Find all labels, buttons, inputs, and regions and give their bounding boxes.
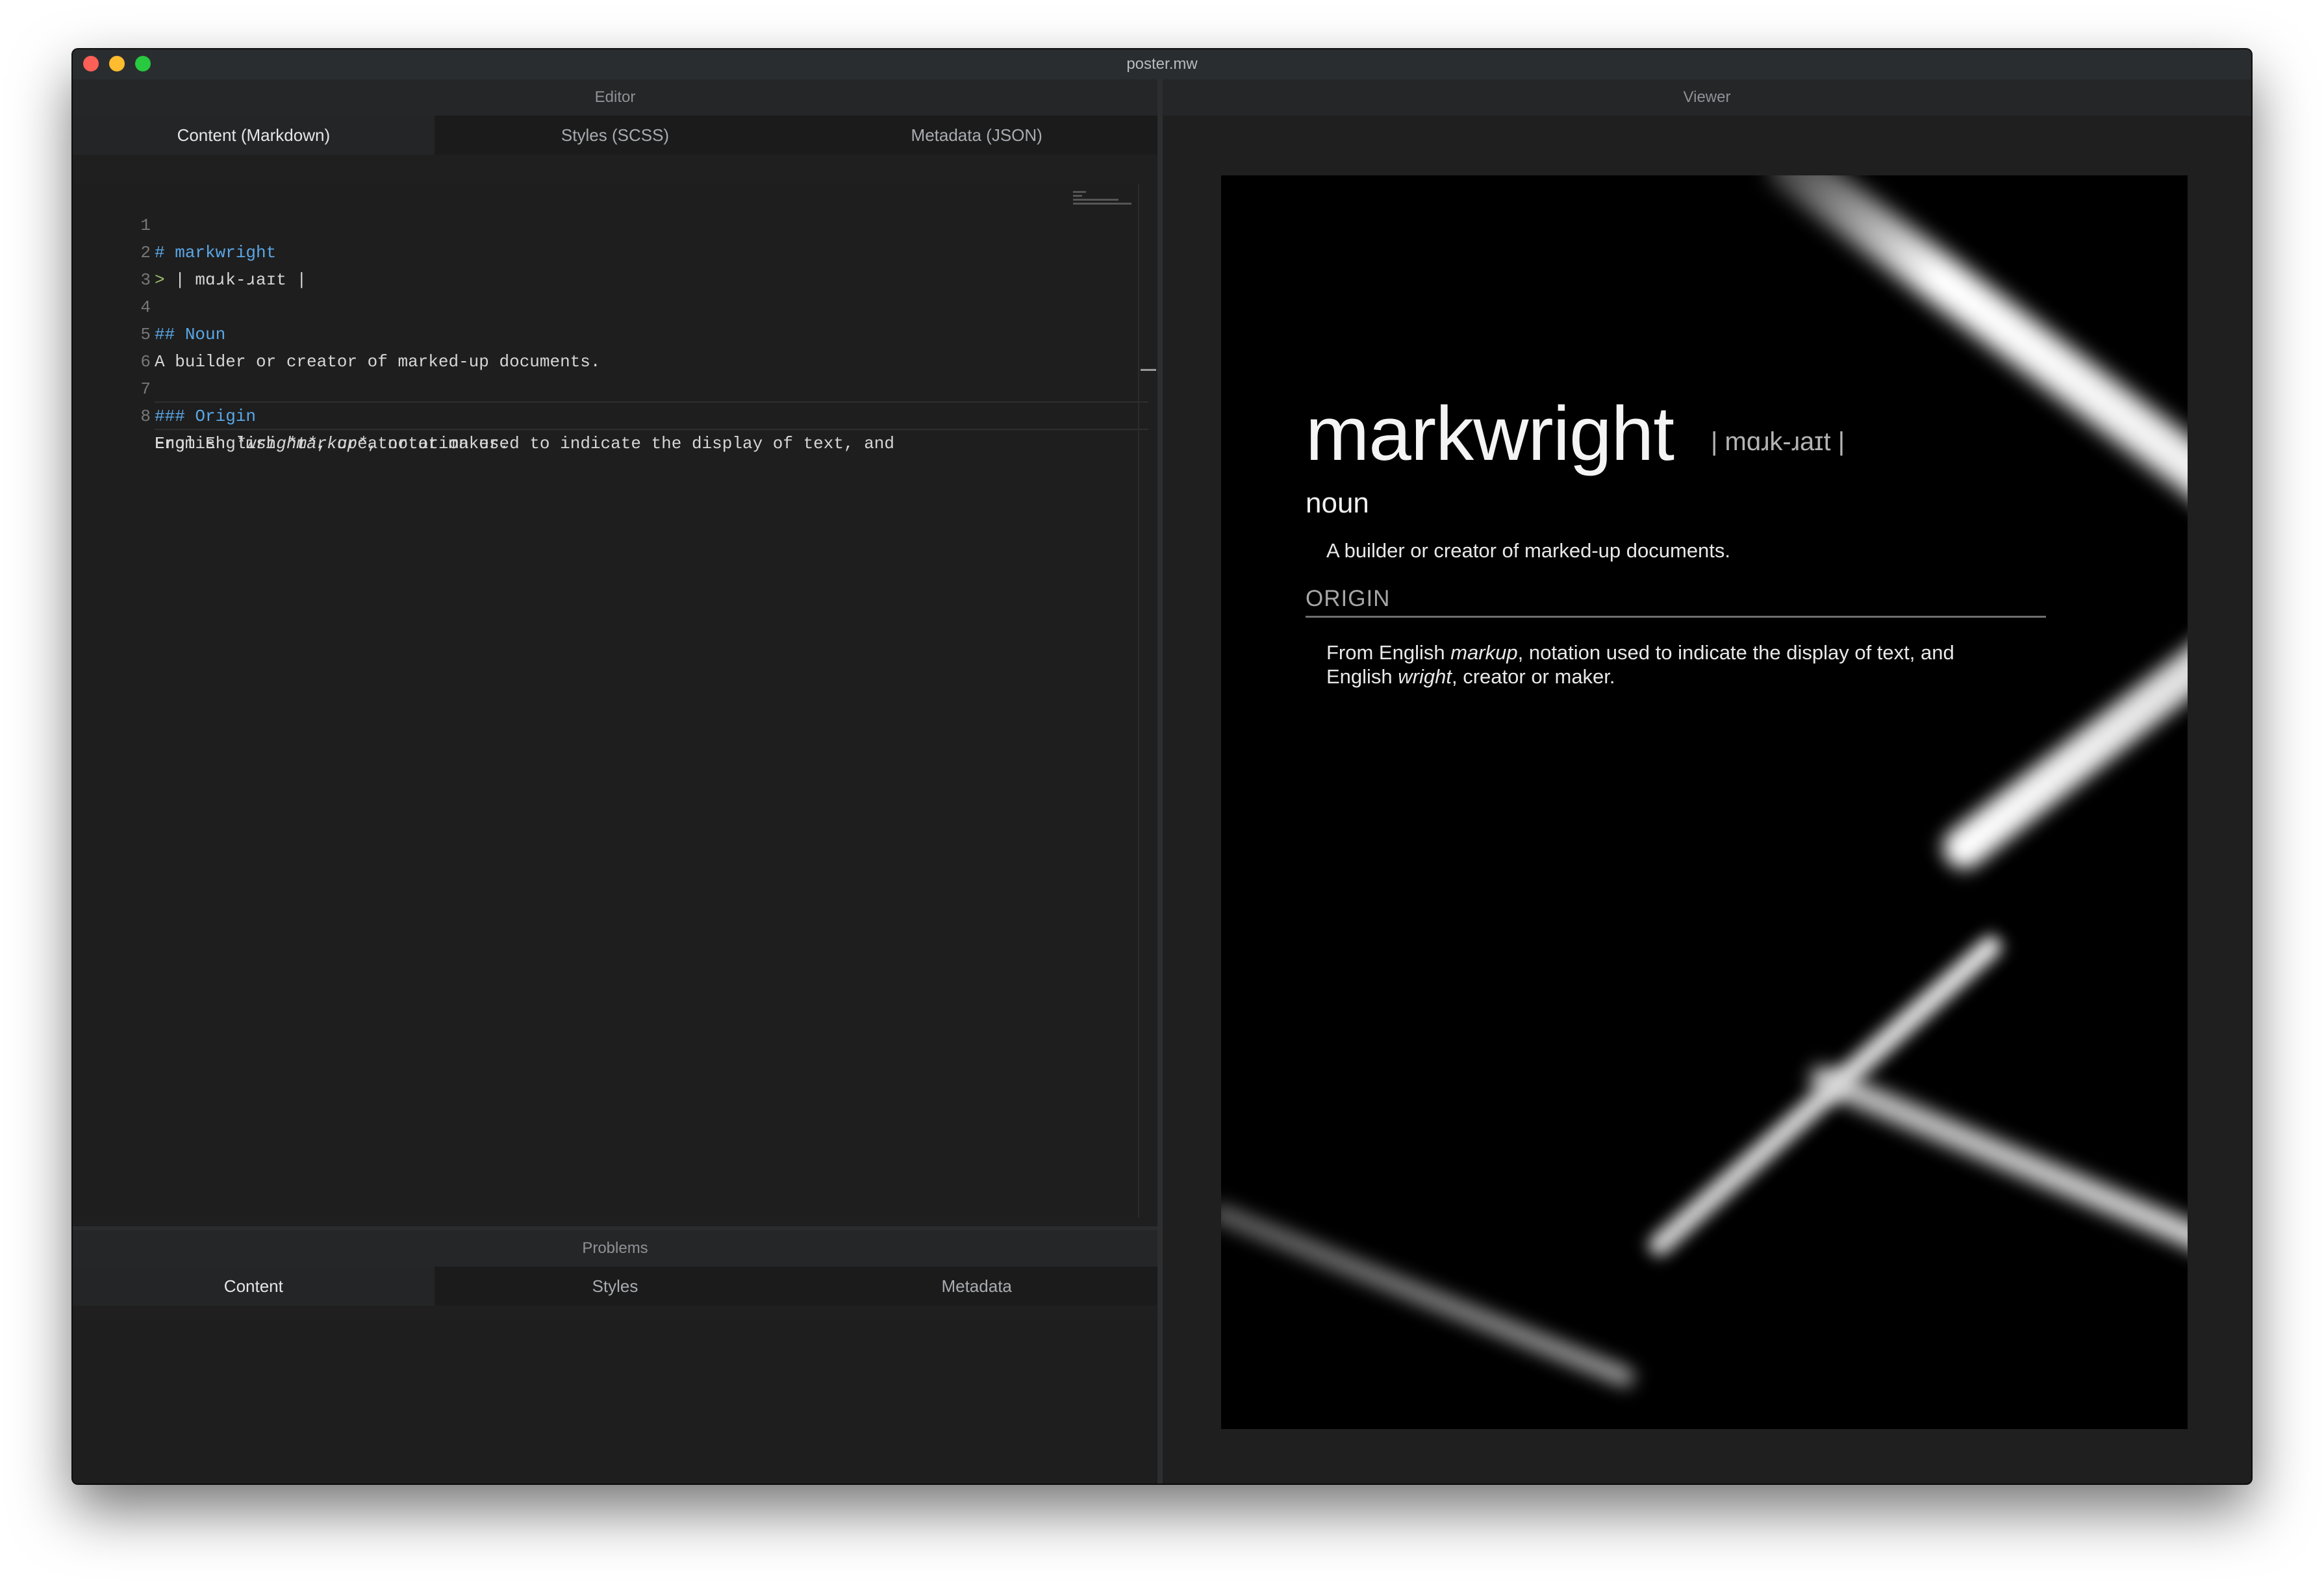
- window-title: poster.mw: [1126, 55, 1198, 73]
- code-text: > | mɑɹk-ɹaɪt |: [155, 270, 307, 290]
- code-line-8-wrapped: English *wright*, creator or maker.: [73, 403, 509, 453]
- code-line-3: 3: [73, 239, 154, 290]
- code-text: ## Noun: [155, 325, 226, 344]
- tab-styles-scss[interactable]: Styles (SCSS): [434, 116, 796, 155]
- code-text: ### Origin: [155, 407, 257, 426]
- poster-definition: A builder or creator of marked-up docume…: [1326, 539, 1731, 562]
- code-line-7: 7 ### Origin: [73, 348, 256, 426]
- code-line-6: 6: [73, 321, 154, 372]
- editor-tabbar: Content (Markdown) Styles (SCSS) Metadat…: [73, 116, 1158, 155]
- poster-title: markwright: [1306, 391, 1674, 477]
- editor-scrollbar[interactable]: [1138, 184, 1139, 1217]
- problems-list: [73, 1320, 1157, 1484]
- code-line-8: 8 From English *markup*, notation used t…: [73, 375, 894, 453]
- poster-etymology: From English markup, notation used to in…: [1326, 641, 1954, 688]
- problems-tabbar: Content Styles Metadata: [73, 1267, 1158, 1306]
- tab-problems-content[interactable]: Content: [73, 1267, 435, 1306]
- light-streak-decoration: [1806, 1061, 2188, 1264]
- code-line-4: 4 ## Noun: [73, 266, 225, 344]
- code-text: English *wright*, creator or maker.: [155, 434, 510, 453]
- poster-pronunciation: | mɑɹk-ɹaɪt |: [1711, 427, 1845, 456]
- light-streak-decoration: [1221, 1201, 1637, 1389]
- viewer-pane: Viewer markwright | mɑɹk-ɹaɪt | noun A b…: [1163, 79, 2251, 1484]
- markdown-code-editor[interactable]: 1 # markwright 2 > | mɑɹk-ɹaɪt | 3 4 ## …: [73, 184, 1148, 1217]
- wrap-guide: [155, 401, 1148, 403]
- scroll-position-marker[interactable]: [1141, 369, 1156, 371]
- editor-header: Editor: [73, 79, 1157, 116]
- wrap-guide: [155, 429, 1148, 430]
- poster-part-of-speech: noun: [1306, 487, 1369, 519]
- light-streak-decoration: [1759, 175, 2188, 525]
- code-line-2: 2 > | mɑɹk-ɹaɪt |: [73, 212, 307, 290]
- editor-pane: Editor Content (Markdown) Styles (SCSS) …: [73, 79, 1158, 1484]
- code-line-1: 1 # markwright: [73, 184, 276, 262]
- poster-divider: [1306, 616, 2046, 618]
- code-text: # markwright: [155, 243, 277, 262]
- tab-metadata-json[interactable]: Metadata (JSON): [796, 116, 1158, 155]
- code-text: A builder or creator of marked-up docume…: [155, 352, 601, 372]
- light-streak-decoration: [1644, 931, 2006, 1261]
- app-window: poster.mw Editor Content (Markdown) Styl…: [73, 49, 2251, 1484]
- tab-content-markdown[interactable]: Content (Markdown): [73, 116, 435, 155]
- tab-problems-metadata[interactable]: Metadata: [796, 1267, 1158, 1306]
- pane-splitter[interactable]: [1157, 79, 1163, 1484]
- viewer-header: Viewer: [1163, 79, 2251, 116]
- poster-preview: markwright | mɑɹk-ɹaɪt | noun A builder …: [1221, 175, 2188, 1429]
- code-line-5: 5 A builder or creator of marked-up docu…: [73, 294, 600, 372]
- light-streak-decoration: [1935, 620, 2188, 877]
- problems-header: Problems: [73, 1230, 1157, 1267]
- poster-origin-heading: ORIGIN: [1306, 586, 1391, 611]
- code-minimap[interactable]: [1073, 191, 1131, 207]
- tab-problems-styles[interactable]: Styles: [434, 1267, 796, 1306]
- title-bar: poster.mw: [73, 49, 2251, 80]
